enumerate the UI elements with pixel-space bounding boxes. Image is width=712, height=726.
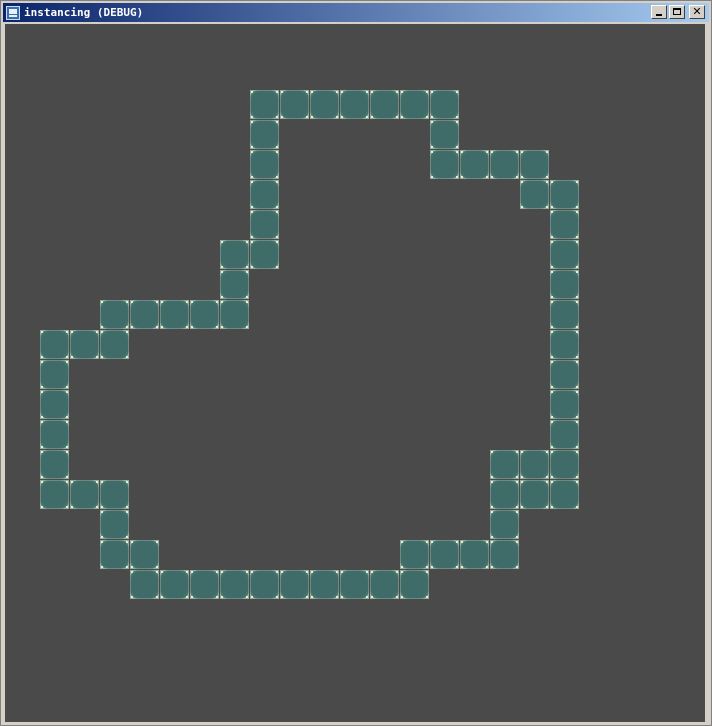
tile-instance [220, 240, 249, 269]
tile-instance [490, 540, 519, 569]
tile-instance [490, 510, 519, 539]
tile-instance [40, 420, 69, 449]
minimize-icon [656, 14, 662, 16]
tile-instance [250, 180, 279, 209]
tile-instance [280, 570, 309, 599]
tile-instance [250, 90, 279, 119]
tile-instance [550, 480, 579, 509]
tile-instance [40, 330, 69, 359]
tile-instance [550, 390, 579, 419]
tile-instance [550, 300, 579, 329]
tile-instance [370, 570, 399, 599]
tile-instance [430, 150, 459, 179]
close-icon: ✕ [692, 5, 702, 18]
tile-instance [280, 90, 309, 119]
tile-instance [520, 180, 549, 209]
tile-instance [430, 540, 459, 569]
tile-instance [550, 330, 579, 359]
tile-instance [430, 90, 459, 119]
tile-instance [220, 270, 249, 299]
tile-instance [430, 120, 459, 149]
tile-instance [490, 480, 519, 509]
tile-instance [550, 180, 579, 209]
tile-instance [550, 270, 579, 299]
tile-instance [250, 570, 279, 599]
tile-instance [70, 330, 99, 359]
tile-instance [310, 570, 339, 599]
tile-instance [550, 360, 579, 389]
tile-instance [460, 150, 489, 179]
instanced-tile-scene [40, 90, 579, 599]
tile-instance [190, 570, 219, 599]
app-icon[interactable] [6, 5, 20, 20]
tile-instance [520, 150, 549, 179]
tile-instance [370, 90, 399, 119]
maximize-icon [673, 8, 681, 15]
tile-instance [490, 450, 519, 479]
tile-instance [340, 570, 369, 599]
tile-instance [340, 90, 369, 119]
tile-instance [40, 360, 69, 389]
tile-instance [550, 450, 579, 479]
tile-instance [400, 570, 429, 599]
tile-instance [130, 540, 159, 569]
tile-instance [100, 330, 129, 359]
tile-instance [70, 480, 99, 509]
minimize-button[interactable] [651, 5, 667, 19]
tile-instance [490, 150, 519, 179]
tile-instance [220, 300, 249, 329]
tile-instance [520, 450, 549, 479]
tile-instance [520, 480, 549, 509]
tile-instance [400, 540, 429, 569]
app-window: instancing (DEBUG) ✕ [0, 0, 712, 726]
maximize-button[interactable] [669, 5, 685, 19]
tile-instance [40, 480, 69, 509]
tile-instance [400, 90, 429, 119]
tile-instance [250, 150, 279, 179]
tile-instance [250, 240, 279, 269]
tile-instance [40, 450, 69, 479]
title-bar[interactable]: instancing (DEBUG) ✕ [3, 3, 709, 22]
render-viewport[interactable] [5, 24, 705, 722]
tile-instance [220, 570, 249, 599]
tile-instance [550, 210, 579, 239]
tile-instance [40, 390, 69, 419]
tile-instance [100, 480, 129, 509]
tile-instance [550, 420, 579, 449]
tile-instance [310, 90, 339, 119]
tile-instance [130, 300, 159, 329]
tile-instance [160, 570, 189, 599]
tile-instance [460, 540, 489, 569]
window-title: instancing (DEBUG) [24, 6, 144, 19]
tile-instance [100, 300, 129, 329]
window-controls: ✕ [649, 5, 705, 19]
tile-instance [100, 510, 129, 539]
tile-instance [100, 540, 129, 569]
tile-instance [160, 300, 189, 329]
close-button[interactable]: ✕ [689, 5, 705, 19]
tile-instance [250, 210, 279, 239]
tile-instance [190, 300, 219, 329]
tile-instance [550, 240, 579, 269]
tile-instance [130, 570, 159, 599]
tile-instance [250, 120, 279, 149]
